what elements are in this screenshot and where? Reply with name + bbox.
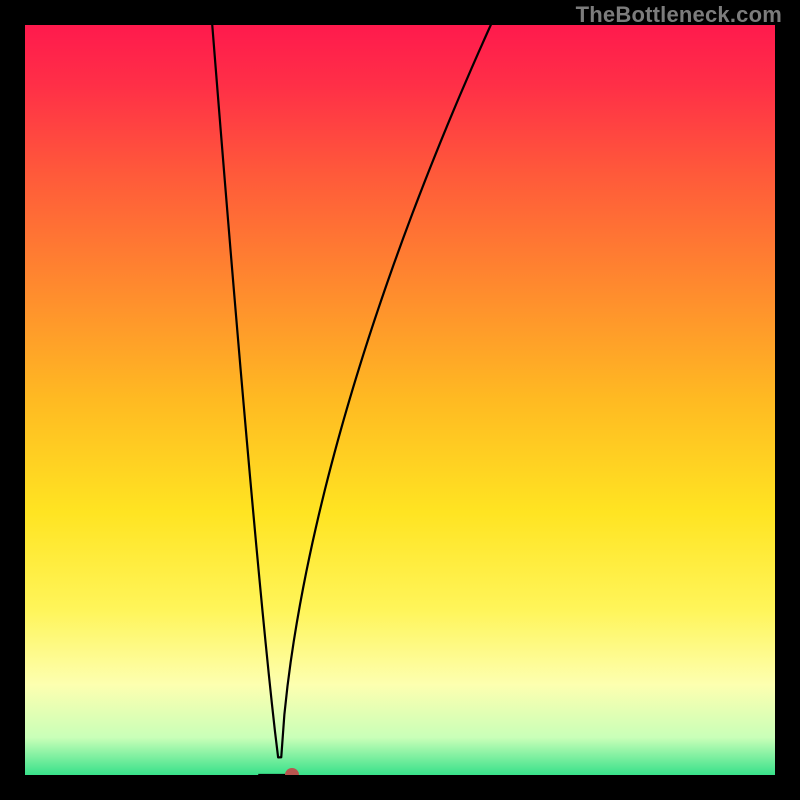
gradient-background bbox=[25, 25, 775, 775]
watermark-text: TheBottleneck.com bbox=[576, 2, 782, 28]
minimum-marker bbox=[285, 768, 299, 782]
bottleneck-chart bbox=[0, 0, 800, 800]
chart-frame: { "watermark": "TheBottleneck.com", "cha… bbox=[0, 0, 800, 800]
